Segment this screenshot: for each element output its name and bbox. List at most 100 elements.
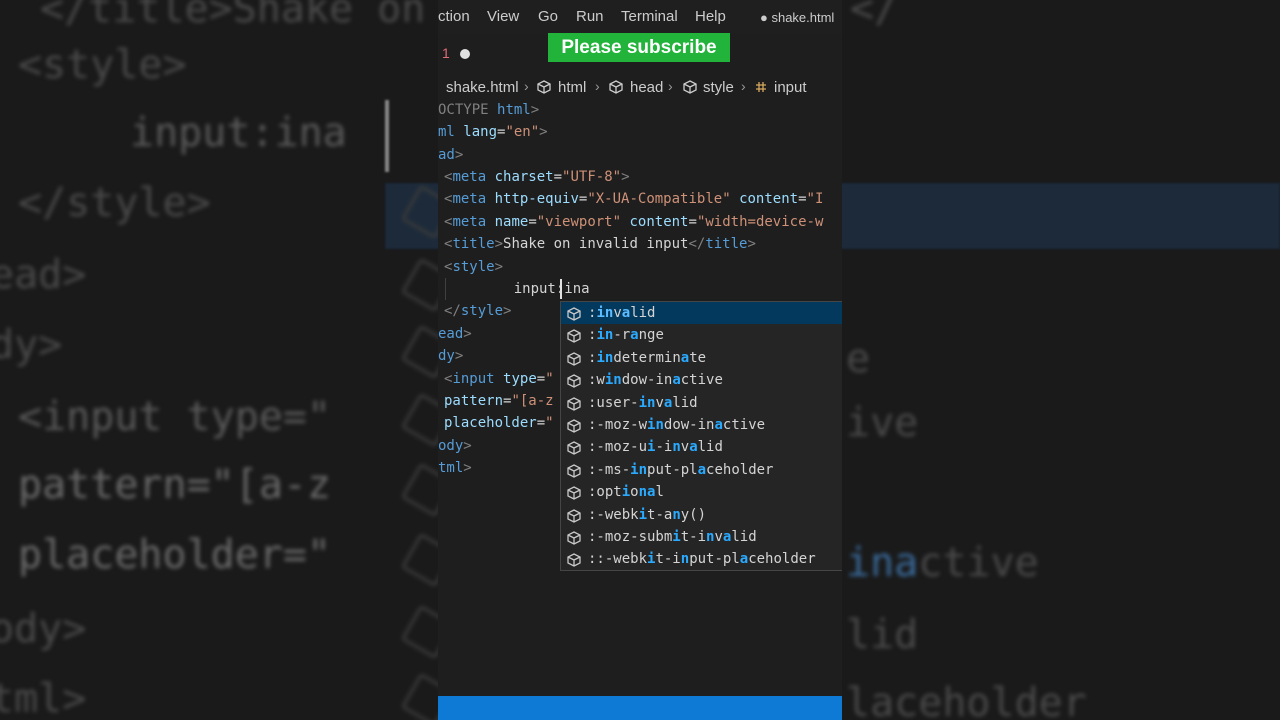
- code-line[interactable]: ml lang="en">: [438, 121, 548, 143]
- suggestion-item[interactable]: :-moz-submit-invalid: [561, 526, 842, 548]
- subscribe-banner: Please subscribe: [548, 33, 730, 62]
- code-line[interactable]: <input type=": [444, 368, 554, 390]
- bg-line: dy>: [0, 322, 63, 368]
- menu-help[interactable]: Help: [695, 8, 726, 25]
- bg-line: <input type=": [18, 394, 332, 440]
- suggestion-label: :-webkit-any(): [588, 506, 707, 523]
- code-line[interactable]: ead>: [438, 323, 472, 345]
- code-line[interactable]: dy>: [438, 345, 463, 367]
- suggestion-label: :-moz-ui-invalid: [588, 439, 723, 456]
- bg-line: ody>: [0, 606, 87, 652]
- property-cube-icon: [567, 552, 581, 568]
- suggestion-item[interactable]: :window-inactive: [561, 369, 842, 391]
- chevron-right-icon: ›: [668, 78, 673, 94]
- property-cube-icon: [567, 373, 581, 388]
- code-line[interactable]: <meta name="viewport" content="width=dev…: [444, 211, 823, 233]
- tab-line-number: 1: [442, 45, 450, 61]
- menu-terminal[interactable]: Terminal: [621, 8, 678, 25]
- property-cube-icon: [567, 306, 581, 321]
- code-line[interactable]: OCTYPE html>: [438, 99, 539, 121]
- bg-right-line: ive: [846, 400, 919, 446]
- breadcrumb-html[interactable]: html: [558, 79, 586, 96]
- code-line[interactable]: <meta http-equiv="X-UA-Compatible" conte…: [444, 188, 823, 210]
- property-cube-icon: [567, 530, 581, 545]
- text-cursor: [560, 279, 562, 299]
- suggestion-label: :-moz-submit-invalid: [588, 529, 757, 545]
- suggestion-item[interactable]: :user-invalid: [561, 392, 842, 414]
- menu-selection[interactable]: ction: [438, 8, 470, 25]
- suggestion-label: :indeterminate: [588, 349, 707, 366]
- property-cube-icon: [567, 396, 581, 411]
- property-cube-icon: [567, 418, 581, 433]
- bg-line: input:ina: [130, 110, 347, 156]
- code-line[interactable]: placeholder=": [444, 412, 554, 434]
- autocomplete-suggestions: :invalid :in-range :indeterminate :window-i…: [560, 301, 842, 571]
- suggestion-label: :in-range: [588, 327, 664, 344]
- property-cube-icon: [567, 328, 581, 344]
- status-bar: [438, 696, 842, 720]
- background-indent-guide: [385, 100, 389, 172]
- suggestion-label: ::-webkit-input-placeholder: [588, 551, 816, 568]
- suggestion-item[interactable]: :-moz-ui-invalid: [561, 436, 842, 458]
- suggestion-item[interactable]: :-webkit-any(): [561, 504, 842, 526]
- element-cube-icon: [609, 80, 623, 94]
- code-line[interactable]: tml>: [438, 457, 472, 479]
- suggestion-label: :window-inactive: [588, 372, 723, 389]
- menu-run[interactable]: Run: [576, 8, 604, 25]
- bg-right-line: inactive: [846, 540, 1039, 586]
- bg-line: placeholder=": [18, 532, 332, 578]
- property-cube-icon: [567, 440, 581, 456]
- unsaved-dot-icon[interactable]: [460, 49, 470, 59]
- window-title: ● shake.html: [760, 10, 835, 25]
- suggestion-item[interactable]: ::-webkit-input-placeholder: [561, 548, 842, 570]
- css-selector-icon: [756, 82, 766, 92]
- menu-go[interactable]: Go: [538, 8, 558, 25]
- suggestion-item[interactable]: :-ms-input-placeholder: [561, 459, 842, 481]
- suggestion-label: :-ms-input-placeholder: [588, 461, 774, 478]
- code-line[interactable]: </style>: [444, 300, 511, 322]
- element-cube-icon: [683, 80, 697, 94]
- bg-line: tml>: [0, 676, 87, 720]
- suggestion-item[interactable]: :-moz-window-inactive: [561, 414, 842, 436]
- bg-right-line: </: [850, 0, 899, 32]
- code-line[interactable]: pattern="[a-z: [444, 390, 554, 412]
- suggestion-item[interactable]: :in-range: [561, 324, 842, 346]
- bg-right-line: lid: [846, 612, 919, 658]
- suggestion-item[interactable]: :optional: [561, 481, 842, 503]
- code-line[interactable]: ad>: [438, 144, 463, 166]
- property-cube-icon: [567, 485, 581, 500]
- code-editor: ction View Go Run Terminal Help ● shake.…: [438, 0, 842, 720]
- breadcrumb-input[interactable]: input: [774, 79, 807, 96]
- menu-bar: ction View Go Run Terminal Help ● shake.…: [438, 0, 842, 34]
- suggestion-label: :invalid: [588, 305, 656, 321]
- suggestion-label: :optional: [588, 484, 664, 501]
- bg-line: ead>: [0, 252, 87, 298]
- property-cube-icon: [567, 351, 581, 366]
- breadcrumb-file[interactable]: shake.html: [446, 79, 519, 96]
- indent-guide: [445, 278, 446, 300]
- bg-right-line: e: [846, 336, 871, 382]
- chevron-right-icon: ›: [741, 78, 746, 94]
- code-line[interactable]: <title>Shake on invalid input</title>: [444, 233, 756, 255]
- chevron-right-icon: ›: [595, 78, 600, 94]
- chevron-right-icon: ›: [524, 78, 529, 94]
- element-cube-icon: [537, 80, 551, 94]
- property-cube-icon: [567, 508, 581, 523]
- property-cube-icon: [567, 463, 581, 478]
- breadcrumb: shake.html › html › head › style › input: [438, 77, 842, 99]
- bg-line: pattern="[a-z: [18, 462, 332, 508]
- code-line[interactable]: ody>: [438, 435, 472, 457]
- breadcrumb-head[interactable]: head: [630, 79, 663, 96]
- code-line[interactable]: <meta charset="UTF-8">: [444, 166, 630, 188]
- breadcrumb-style[interactable]: style: [703, 79, 734, 96]
- suggestion-label: :user-invalid: [588, 394, 698, 411]
- suggestion-item[interactable]: :indeterminate: [561, 347, 842, 369]
- suggestion-label: :-moz-window-inactive: [588, 417, 766, 433]
- bg-line: </title>Shake on: [40, 0, 426, 32]
- bg-right-line: laceholder: [846, 680, 1087, 720]
- suggestion-item[interactable]: :invalid: [561, 302, 842, 324]
- menu-view[interactable]: View: [487, 8, 519, 25]
- bg-line: <style>: [18, 42, 187, 88]
- code-line-current[interactable]: input:ina: [480, 278, 590, 300]
- code-line[interactable]: <style>: [444, 256, 503, 278]
